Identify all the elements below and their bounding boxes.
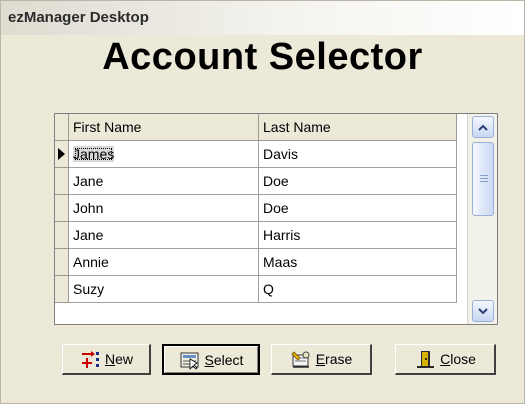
accel-key: S [204,351,214,368]
grid-body: First Name Last Name James Davis Jane Do… [55,114,467,324]
last-name-cell[interactable]: Maas [259,249,457,276]
new-button-label: New [105,351,133,367]
new-record-icon [79,349,101,369]
column-header-first-name[interactable]: First Name [69,114,259,141]
erase-button[interactable]: Erase [271,344,372,375]
first-name-cell[interactable]: John [69,195,259,222]
app-window: ezManager Desktop Account Selector First… [0,0,525,404]
current-row-indicator[interactable] [55,141,69,168]
label-rest: rase [325,351,353,367]
row-indicator[interactable] [55,276,69,303]
scroll-up-button[interactable] [472,116,494,138]
close-button-label: Close [440,351,476,367]
select-button[interactable]: Select [162,344,260,375]
page-heading: Account Selector [102,36,423,78]
row-indicator[interactable] [55,168,69,195]
table-row[interactable]: Suzy Q [55,276,467,303]
vertical-scrollbar[interactable] [467,114,497,324]
row-indicator[interactable] [55,195,69,222]
grip-line [480,175,488,176]
accel-key: N [104,351,116,367]
table-row[interactable]: Jane Harris [55,222,467,249]
table-row[interactable]: Jane Doe [55,168,467,195]
first-name-cell[interactable]: Jane [69,168,259,195]
column-header-last-name[interactable]: Last Name [259,114,457,141]
row-indicator[interactable] [55,249,69,276]
table-row[interactable]: John Doe [55,195,467,222]
label-rest: elect [213,351,244,368]
select-icon [179,350,201,370]
door-exit-icon [414,349,436,369]
close-button[interactable]: Close [395,344,496,375]
row-indicator[interactable] [55,222,69,249]
grip-line [480,181,488,182]
table-row[interactable]: Annie Maas [55,249,467,276]
first-name-text: James [73,146,115,162]
accel-key: E [315,351,326,367]
last-name-cell[interactable]: Doe [259,195,457,222]
chevron-up-icon [478,124,488,131]
table-row[interactable]: James Davis [55,141,467,168]
first-name-cell[interactable]: Annie [69,249,259,276]
grip-line [480,178,488,179]
last-name-cell[interactable]: Q [259,276,457,303]
window-title: ezManager Desktop [8,9,149,26]
chevron-down-icon [478,307,488,314]
grid-header-row: First Name Last Name [55,114,467,141]
first-name-cell[interactable]: Suzy [69,276,259,303]
scroll-thumb[interactable] [472,142,494,216]
header-indicator-cell [55,114,69,141]
select-button-label: Select [205,352,244,368]
last-name-cell[interactable]: Davis [259,141,457,168]
scroll-down-button[interactable] [472,300,494,322]
label-rest: lose [450,351,476,367]
label-rest: ew [115,351,134,367]
first-name-cell[interactable]: Jane [69,222,259,249]
new-button[interactable]: New [62,344,151,375]
last-name-cell[interactable]: Doe [259,168,457,195]
erase-button-label: Erase [316,351,353,367]
accounts-grid[interactable]: First Name Last Name James Davis Jane Do… [54,113,498,325]
title-bar[interactable]: ezManager Desktop [1,1,524,35]
accel-key: C [440,351,451,367]
first-name-cell[interactable]: James [69,141,259,168]
last-name-cell[interactable]: Harris [259,222,457,249]
erase-icon [290,349,312,369]
